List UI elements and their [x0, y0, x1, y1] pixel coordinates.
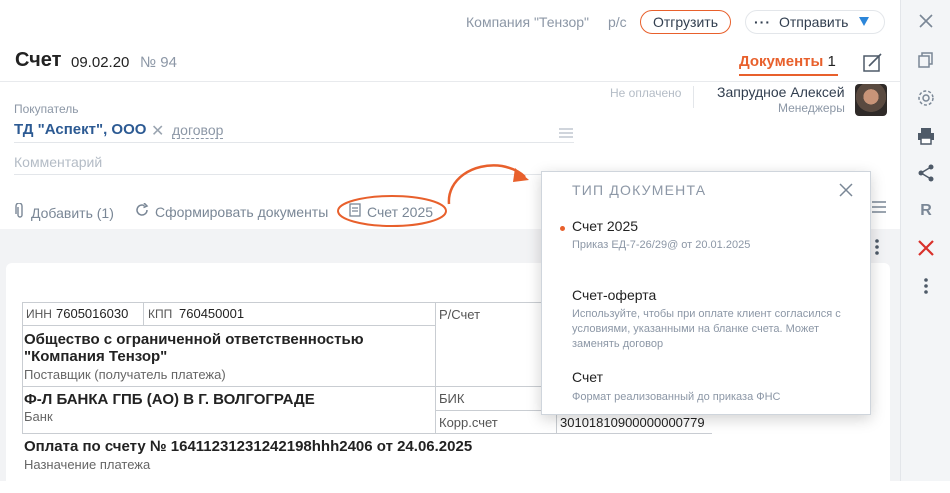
table-line — [22, 325, 435, 326]
clear-buyer-icon[interactable]: ✕ — [151, 121, 164, 141]
payment-status[interactable]: Не оплачено — [610, 86, 681, 100]
supplier-name-1: Общество с ограниченной ответственностью — [24, 331, 364, 348]
send-button-label: Отправить — [779, 14, 849, 30]
generate-docs-button[interactable]: Сформировать документы — [135, 202, 329, 220]
settings-icon[interactable] — [915, 87, 937, 109]
tab-documents-count: 1 — [827, 53, 836, 70]
tab-documents[interactable]: Документы 1 — [739, 53, 836, 70]
avatar[interactable] — [855, 84, 887, 116]
status-divider — [693, 86, 694, 108]
more-dots-icon: ··· — [754, 14, 771, 30]
payment-caption: Назначение платежа — [24, 457, 151, 472]
doc-date[interactable]: 09.02.20 — [71, 54, 129, 71]
r-icon[interactable]: R — [915, 200, 937, 222]
option-title: Счет 2025 — [572, 218, 639, 234]
corr-value: 30101810900000000779 — [560, 415, 705, 430]
add-button-label: Добавить (1) — [31, 204, 114, 221]
comment-field[interactable]: Комментарий — [14, 154, 102, 170]
more-icon[interactable] — [915, 275, 937, 297]
menu-icon[interactable] — [872, 200, 886, 216]
selected-dot-icon — [560, 226, 565, 231]
option-desc: Приказ ЕД-7-26/29@ от 20.01.2025 — [572, 239, 751, 251]
share-icon[interactable] — [915, 162, 937, 184]
buyer-value[interactable]: ТД "Аспект", ООО — [14, 121, 146, 138]
option-invoice-offer[interactable]: Счет-оферта Используйте, чтобы при оплат… — [542, 280, 870, 356]
refresh-icon — [135, 202, 149, 220]
ship-button[interactable]: Отгрузить — [640, 10, 731, 34]
bik-label: БИК — [439, 391, 465, 406]
add-button[interactable]: Добавить (1) — [15, 202, 114, 222]
table-line — [22, 302, 23, 433]
company-name[interactable]: Компания "Тензор" — [466, 14, 589, 30]
option-invoice[interactable]: Счет Формат реализованный до приказа ФНС — [542, 362, 870, 406]
paperclip-icon — [15, 202, 25, 222]
bank-caption: Банк — [24, 409, 53, 424]
doc-number[interactable]: № 94 — [140, 54, 177, 71]
kpp-label: КПП — [148, 307, 173, 321]
contract-link[interactable]: договор — [172, 122, 224, 139]
popup-close-icon[interactable] — [839, 183, 853, 200]
send-arrow-icon — [858, 14, 870, 30]
copy-icon[interactable] — [915, 49, 937, 71]
close-icon[interactable] — [915, 10, 937, 32]
bank-name: Ф-Л БАНКА ГПБ (АО) В Г. ВОЛГОГРАДЕ — [24, 391, 315, 408]
table-line — [435, 302, 436, 433]
buyer-label: Покупатель — [14, 102, 79, 116]
tab-underline — [739, 74, 838, 76]
manager-name[interactable]: Запрудное Алексей — [717, 84, 845, 100]
delete-icon[interactable] — [915, 237, 937, 259]
option-desc: Используйте, чтобы при оплате клиент сог… — [572, 308, 841, 350]
popup-title: ТИП ДОКУМЕНТА — [572, 182, 707, 198]
option-title: Счет — [572, 369, 603, 385]
option-title: Счет-оферта — [572, 287, 657, 303]
table-line — [143, 302, 144, 325]
payment-text: Оплата по счету № 16411231231242198hhh24… — [24, 438, 473, 455]
corr-label: Корр.счет — [439, 415, 498, 430]
divider — [0, 81, 900, 82]
option-desc: Формат реализованный до приказа ФНС — [572, 391, 781, 403]
list-icon[interactable] — [559, 125, 573, 141]
preview-more-icon[interactable] — [874, 238, 880, 259]
inn-value: 7605016030 — [56, 306, 129, 321]
supplier-caption: Поставщик (получатель платежа) — [24, 367, 226, 382]
tab-documents-label: Документы — [739, 53, 824, 70]
document-type-popup: ТИП ДОКУМЕНТА Счет 2025 Приказ ЕД-7-26/2… — [541, 171, 871, 415]
highlight-annotation — [337, 164, 529, 227]
right-toolbar: R — [900, 0, 950, 481]
account-selector[interactable]: р/с — [608, 14, 627, 30]
buyer-underline — [14, 142, 574, 143]
option-invoice-2025[interactable]: Счет 2025 Приказ ЕД-7-26/29@ от 20.01.20… — [542, 212, 870, 272]
kpp-value: 760450001 — [179, 306, 245, 321]
print-icon[interactable] — [915, 125, 937, 147]
generate-docs-label: Сформировать документы — [155, 203, 329, 220]
supplier-name-2: "Компания Тензор" — [24, 348, 168, 365]
table-line — [22, 433, 712, 434]
page-title: Счет — [15, 49, 62, 71]
account-label: Р/Счет — [439, 307, 481, 322]
edit-doc-icon[interactable] — [862, 52, 884, 77]
inn-label: ИНН — [26, 307, 52, 321]
send-button[interactable]: ··· Отправить — [745, 10, 885, 34]
manager-role: Менеджеры — [778, 101, 845, 115]
